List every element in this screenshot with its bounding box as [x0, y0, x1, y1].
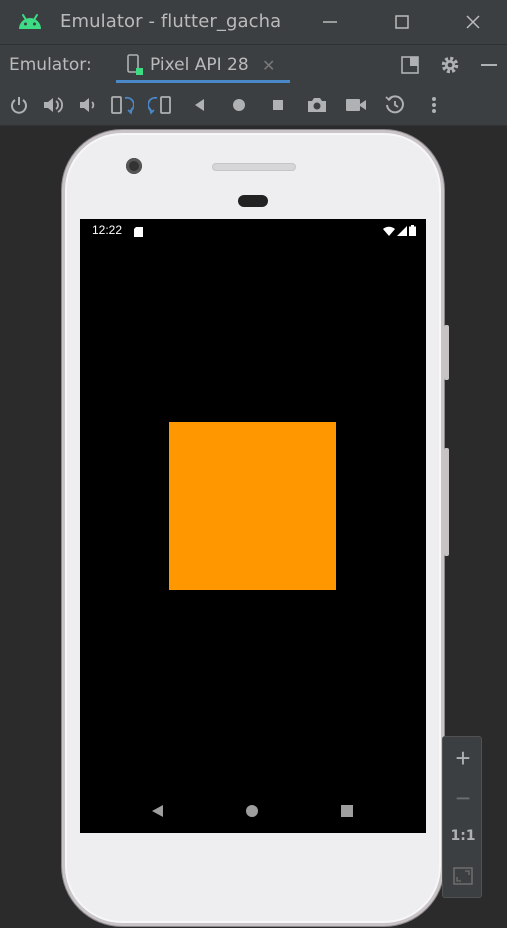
screenshot-icon[interactable]	[305, 93, 329, 117]
overview-icon[interactable]	[266, 93, 290, 117]
power-icon[interactable]	[7, 93, 31, 117]
volume-up-icon[interactable]	[41, 93, 65, 117]
emulator-toolbar	[0, 85, 507, 126]
orange-square	[169, 422, 336, 590]
emulator-label: Emulator:	[9, 55, 92, 75]
tab-label: Pixel API 28	[150, 55, 249, 75]
device-icon	[125, 54, 145, 81]
wifi-icon	[383, 223, 395, 241]
proximity-sensor	[238, 195, 268, 207]
screen-record-icon[interactable]	[344, 93, 368, 117]
volume-down-icon[interactable]	[75, 93, 99, 117]
actual-size-button[interactable]: 1:1	[443, 817, 483, 855]
hide-icon[interactable]	[477, 53, 501, 77]
zoom-in-button[interactable]: +	[443, 739, 483, 777]
phone-side-button-power[interactable]	[444, 325, 449, 380]
sd-card-icon	[134, 224, 143, 242]
zoom-out-button[interactable]: −	[443, 779, 483, 817]
battery-icon	[409, 223, 416, 241]
rotate-right-icon[interactable]	[148, 93, 172, 117]
signal-icon	[397, 223, 407, 241]
phone-side-button-volume[interactable]	[444, 448, 449, 556]
window-title: Emulator - flutter_gacha	[60, 11, 282, 32]
earpiece-speaker	[212, 163, 296, 171]
window-title-bar: Emulator - flutter_gacha	[0, 0, 507, 44]
active-tab-indicator	[116, 80, 290, 83]
front-camera	[126, 158, 142, 174]
maximize-icon[interactable]	[390, 10, 414, 34]
zoom-panel: + − 1:1	[442, 736, 482, 898]
more-icon[interactable]	[422, 93, 446, 117]
status-icons	[383, 223, 416, 241]
android-nav-bar	[80, 789, 426, 833]
window-mode-icon[interactable]	[398, 53, 422, 77]
tab-close-icon[interactable]: ✕	[262, 56, 275, 76]
rotate-left-icon[interactable]	[110, 93, 134, 117]
nav-home-icon[interactable]	[246, 805, 258, 817]
minimize-icon[interactable]	[318, 10, 342, 34]
nav-back-icon[interactable]	[150, 803, 164, 824]
status-time: 12:22	[92, 223, 123, 237]
gear-icon[interactable]	[438, 53, 462, 77]
device-screen[interactable]: 12:22	[80, 219, 426, 833]
snapshot-icon[interactable]	[383, 93, 407, 117]
android-logo-icon	[17, 12, 43, 30]
nav-recents-icon[interactable]	[341, 805, 353, 817]
back-icon[interactable]	[188, 93, 212, 117]
home-icon[interactable]	[227, 93, 251, 117]
close-icon[interactable]	[461, 10, 485, 34]
zoom-fit-icon[interactable]	[443, 857, 483, 895]
tab-pixel-api-28[interactable]: Pixel API 28 ✕	[116, 45, 290, 85]
emulator-tab-bar: Emulator: Pixel API 28 ✕	[0, 44, 507, 85]
